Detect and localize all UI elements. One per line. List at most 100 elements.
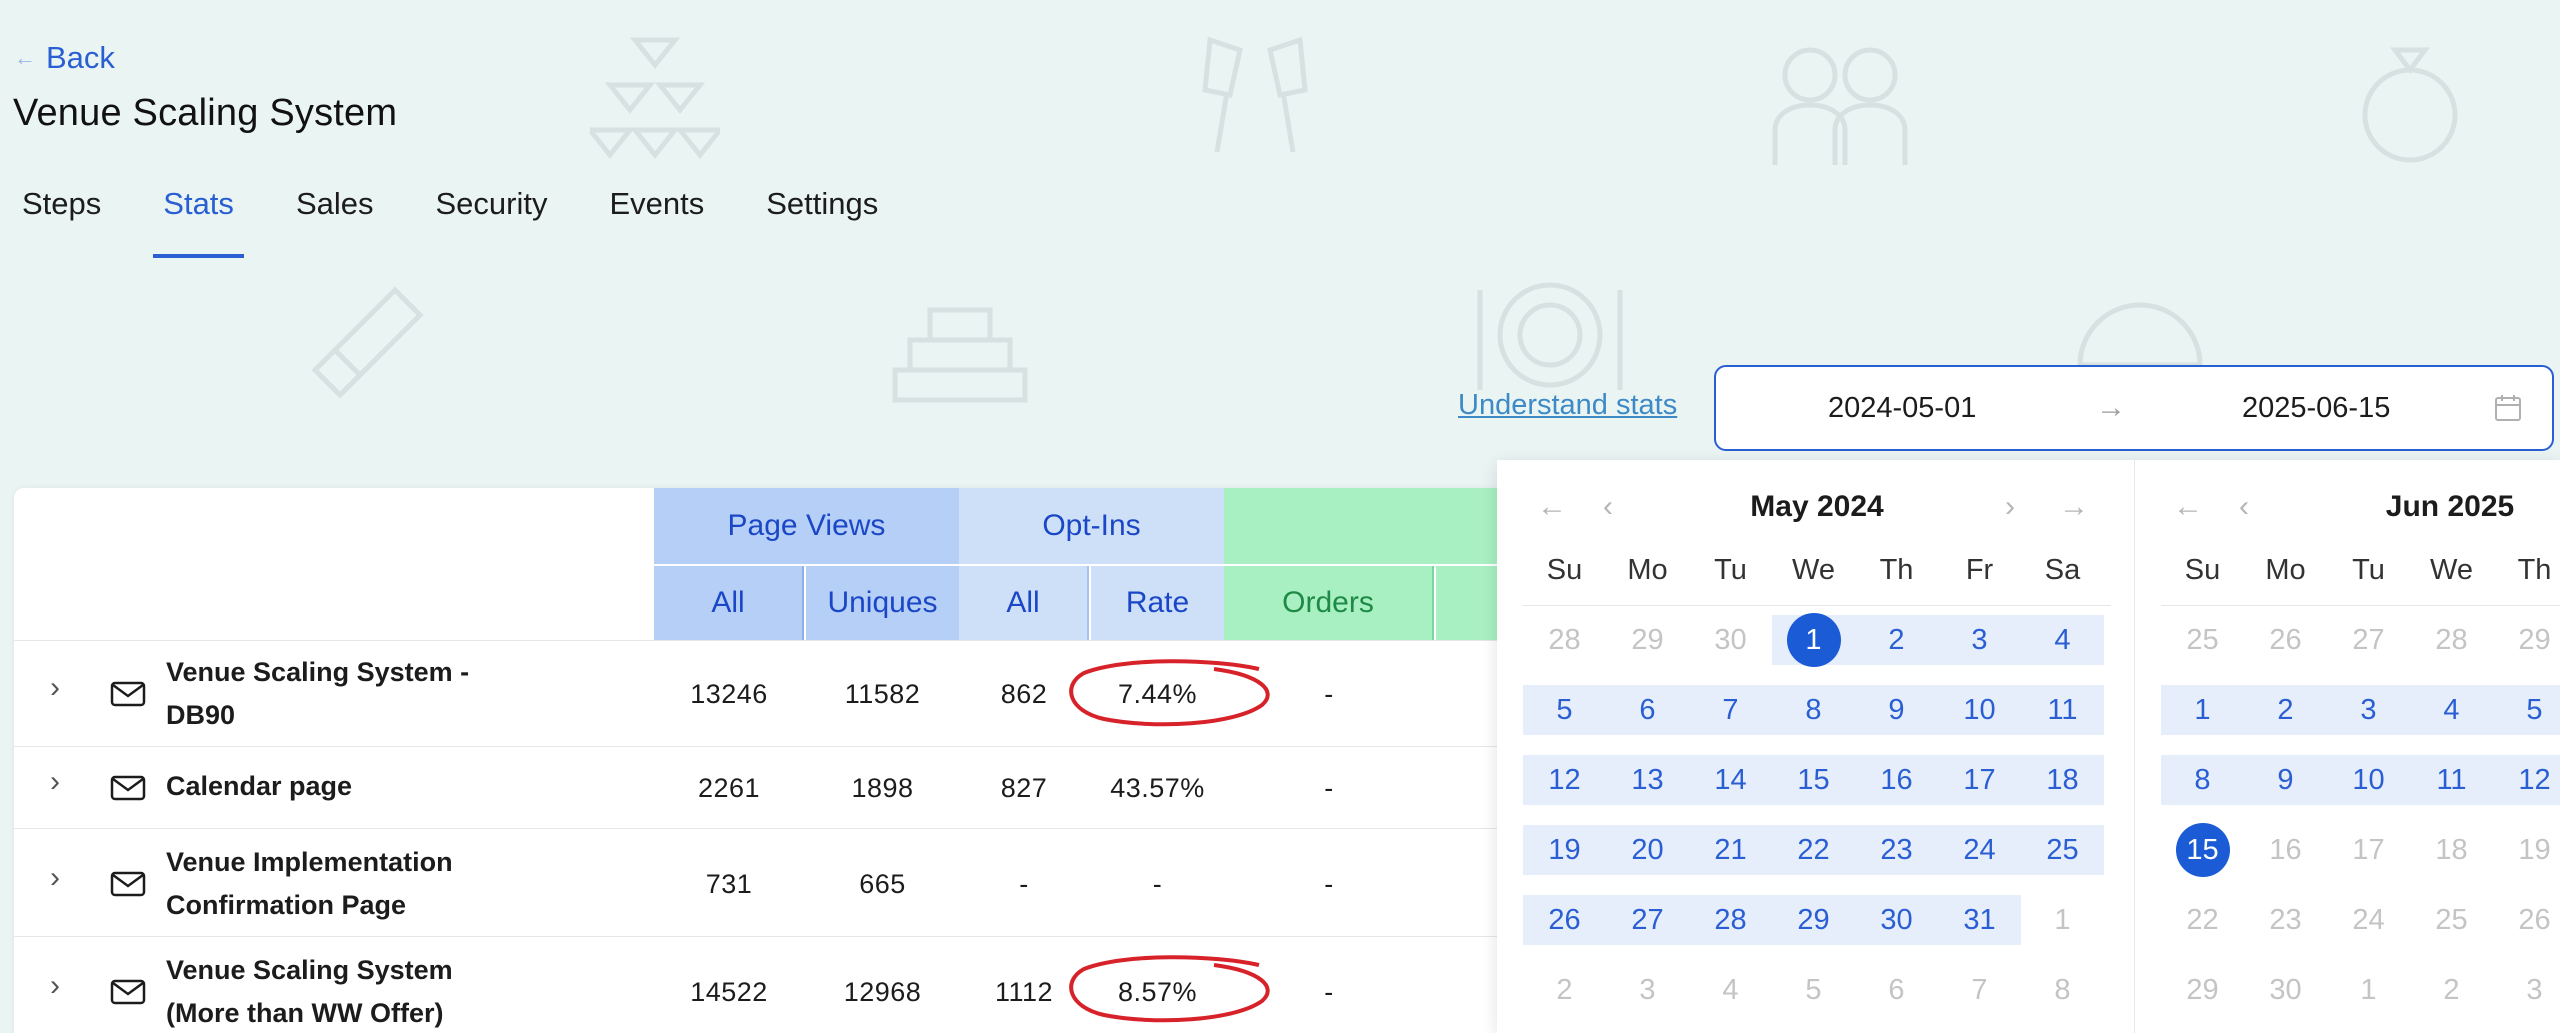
calendar-day[interactable]: 30 (1855, 895, 1938, 945)
next-year-arrow-icon[interactable]: → (2059, 490, 2089, 524)
calendar-day[interactable]: 8 (2021, 965, 2104, 1015)
table-row[interactable]: › Venue Scaling System - DB90 13246 1158… (14, 640, 1514, 746)
tab-settings[interactable]: Settings (766, 184, 878, 258)
calendar-day[interactable]: 22 (1772, 825, 1855, 875)
col-orders[interactable]: Orders (1224, 566, 1434, 640)
calendar-day[interactable]: 16 (1855, 755, 1938, 805)
back-link[interactable]: ← Back (14, 40, 115, 76)
calendar-day[interactable]: 14 (1689, 755, 1772, 805)
calendar-day[interactable]: 1 (2161, 685, 2244, 735)
calendar-day[interactable]: 5 (1772, 965, 1855, 1015)
calendar-day[interactable]: 5 (2493, 685, 2560, 735)
col-oi-all[interactable]: All (959, 566, 1089, 640)
calendar-day[interactable]: 2 (1523, 965, 1606, 1015)
calendar-day[interactable]: 4 (2021, 615, 2104, 665)
calendar-day[interactable]: 29 (1772, 895, 1855, 945)
chevron-right-icon[interactable]: › (50, 861, 60, 895)
tab-stats[interactable]: Stats (153, 184, 244, 258)
calendar-day[interactable]: 25 (2410, 895, 2493, 945)
next-month-chevron-icon[interactable]: › (2005, 490, 2015, 524)
calendar-day[interactable]: 3 (1606, 965, 1689, 1015)
col-pv-all[interactable]: All (654, 566, 804, 640)
calendar-day[interactable]: 12 (2493, 755, 2560, 805)
calendar-day[interactable]: 18 (2410, 825, 2493, 875)
calendar-day[interactable]: 29 (1606, 615, 1689, 665)
prev-year-arrow-icon[interactable]: ← (2173, 490, 2203, 524)
calendar-day[interactable]: 26 (1523, 895, 1606, 945)
tab-sales[interactable]: Sales (296, 184, 374, 258)
calendar-day[interactable]: 6 (1606, 685, 1689, 735)
calendar-day[interactable]: 23 (1855, 825, 1938, 875)
calendar-day[interactable]: 13 (1606, 755, 1689, 805)
calendar-day[interactable]: 28 (1689, 895, 1772, 945)
calendar-day[interactable]: 29 (2493, 615, 2560, 665)
calendar-day[interactable]: 6 (1855, 965, 1938, 1015)
calendar-day[interactable]: 31 (1938, 895, 2021, 945)
prev-month-chevron-icon[interactable]: ‹ (1603, 490, 1613, 524)
calendar-day[interactable]: 15 (1772, 755, 1855, 805)
calendar-day[interactable]: 27 (1606, 895, 1689, 945)
calendar-day[interactable]: 25 (2021, 825, 2104, 875)
calendar-day[interactable]: 30 (1689, 615, 1772, 665)
tab-events[interactable]: Events (609, 184, 704, 258)
calendar-day[interactable]: 3 (2327, 685, 2410, 735)
table-row[interactable]: › Venue Scaling System (More than WW Off… (14, 936, 1514, 1033)
calendar-day[interactable]: 22 (2161, 895, 2244, 945)
calendar-day[interactable]: 2 (2244, 685, 2327, 735)
col-oi-rate[interactable]: Rate (1091, 566, 1224, 640)
calendar-day[interactable]: 15 (2161, 823, 2244, 877)
calendar-day[interactable]: 10 (1938, 685, 2021, 735)
calendar-day[interactable]: 30 (2244, 965, 2327, 1015)
calendar-day[interactable]: 19 (1523, 825, 1606, 875)
calendar-day[interactable]: 26 (2244, 615, 2327, 665)
calendar-day[interactable]: 4 (1689, 965, 1772, 1015)
calendar-day[interactable]: 19 (2493, 825, 2560, 875)
calendar-day[interactable]: 16 (2244, 825, 2327, 875)
calendar-day[interactable]: 28 (2410, 615, 2493, 665)
calendar-day[interactable]: 11 (2021, 685, 2104, 735)
calendar-day[interactable]: 21 (1689, 825, 1772, 875)
calendar-day[interactable]: 26 (2493, 895, 2560, 945)
range-start-input[interactable]: 2024-05-01 (1828, 392, 1976, 425)
calendar-day[interactable]: 23 (2244, 895, 2327, 945)
calendar-day[interactable]: 11 (2410, 755, 2493, 805)
range-end-input[interactable]: 2025-06-15 (2242, 392, 2390, 425)
chevron-right-icon[interactable]: › (50, 671, 60, 705)
calendar-day[interactable]: 2 (2410, 965, 2493, 1015)
calendar-day[interactable]: 20 (1606, 825, 1689, 875)
calendar-day[interactable]: 17 (1938, 755, 2021, 805)
chevron-right-icon[interactable]: › (50, 765, 60, 799)
calendar-day[interactable]: 12 (1523, 755, 1606, 805)
calendar-day[interactable]: 28 (1523, 615, 1606, 665)
calendar-day[interactable]: 9 (2244, 755, 2327, 805)
calendar-day[interactable]: 2 (1855, 615, 1938, 665)
calendar-day[interactable]: 8 (2161, 755, 2244, 805)
calendar-day[interactable]: 25 (2161, 615, 2244, 665)
prev-year-arrow-icon[interactable]: ← (1537, 490, 1567, 524)
calendar-day[interactable]: 8 (1772, 685, 1855, 735)
calendar-day[interactable]: 9 (1855, 685, 1938, 735)
tab-security[interactable]: Security (435, 184, 547, 258)
calendar-day[interactable]: 29 (2161, 965, 2244, 1015)
prev-month-chevron-icon[interactable]: ‹ (2239, 490, 2249, 524)
calendar-day[interactable]: 18 (2021, 755, 2104, 805)
table-row[interactable]: › Venue Implementation Confirmation Page… (14, 828, 1514, 936)
chevron-right-icon[interactable]: › (50, 969, 60, 1003)
calendar-day[interactable]: 4 (2410, 685, 2493, 735)
calendar-day[interactable]: 17 (2327, 825, 2410, 875)
col-pv-uniques[interactable]: Uniques (806, 566, 959, 640)
calendar-day[interactable]: 1 (2021, 895, 2104, 945)
calendar-day[interactable]: 1 (1772, 613, 1855, 667)
calendar-day[interactable]: 3 (1938, 615, 2021, 665)
calendar-day[interactable]: 5 (1523, 685, 1606, 735)
calendar-day[interactable]: 3 (2493, 965, 2560, 1015)
calendar-day[interactable]: 1 (2327, 965, 2410, 1015)
understand-stats-link[interactable]: Understand stats (1458, 389, 1677, 422)
calendar-day[interactable]: 24 (2327, 895, 2410, 945)
calendar-day[interactable]: 24 (1938, 825, 2021, 875)
tab-steps[interactable]: Steps (22, 184, 101, 258)
calendar-day[interactable]: 27 (2327, 615, 2410, 665)
calendar-day[interactable]: 10 (2327, 755, 2410, 805)
table-row[interactable]: › Calendar page 2261 1898 827 43.57% - (14, 746, 1514, 828)
date-range-picker[interactable]: 2024-05-01 → 2025-06-15 (1714, 365, 2554, 451)
